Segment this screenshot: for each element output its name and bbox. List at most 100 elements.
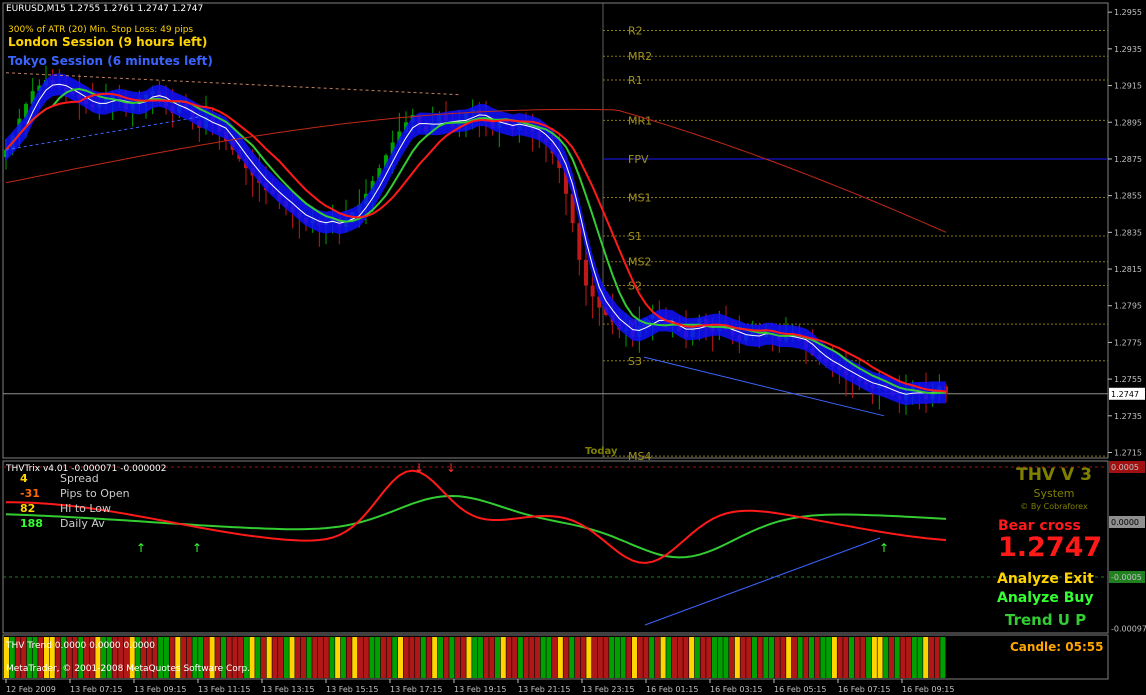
trend-bar xyxy=(797,637,803,678)
trend-bar xyxy=(249,637,255,678)
buy-arrow-icon: ↑ xyxy=(879,541,889,555)
trend-bar xyxy=(272,637,278,678)
trend-bar xyxy=(883,637,889,678)
trend-bar xyxy=(671,637,678,678)
trend-bar xyxy=(586,637,592,678)
trend-bar xyxy=(466,637,472,678)
trend-bar xyxy=(723,637,729,678)
trend-bar xyxy=(540,637,546,678)
blue-band xyxy=(6,73,946,406)
pivot-label-mr2: MR2 xyxy=(628,50,652,63)
trend-bar xyxy=(740,637,746,678)
buy-arrow-icon: ↑ xyxy=(136,541,146,555)
trend-bar xyxy=(432,637,438,678)
pivot-label-ms1: MS1 xyxy=(628,191,651,204)
trend-bar xyxy=(369,637,375,678)
trix-tick-label: -0.0005 xyxy=(1111,573,1142,582)
today-label: Today xyxy=(585,446,618,457)
trend-bar xyxy=(848,637,855,678)
trend-bar xyxy=(386,637,392,678)
price-axis: 1.2955 1.2935 1.2915 1.2895 1.2875 1.2855 1.28… xyxy=(1108,8,1146,634)
candle-body xyxy=(577,223,582,260)
time-tick-label: 16 Feb 07:15 xyxy=(838,685,890,694)
trend-bar xyxy=(831,637,837,678)
pivot-label-s1: S1 xyxy=(628,230,642,243)
atr-info: 300% of ATR (20) Min. Stop Loss: 49 pips xyxy=(8,25,194,35)
price-tick-label: 1.2815 xyxy=(1114,265,1142,274)
current-price-value: 1.2747 xyxy=(1111,390,1139,399)
trend-bar xyxy=(512,637,518,678)
trend-bar xyxy=(923,637,929,678)
time-tick-label: 16 Feb 03:15 xyxy=(710,685,762,694)
trend-bar xyxy=(477,637,483,678)
trend-bar xyxy=(306,637,312,678)
trend-bar xyxy=(574,637,581,678)
copyright: MetaTrader, © 2001-2008 MetaQuotes Softw… xyxy=(6,664,251,674)
time-tick-label: 16 Feb 09:15 xyxy=(902,685,954,694)
trend-bar xyxy=(826,637,832,678)
trend-bar xyxy=(318,637,324,678)
thv-trix-pane[interactable]: ↓ ↓ ↑ ↑ ↑ xyxy=(2,460,1109,634)
big-price: 1.2747 xyxy=(998,532,1103,563)
trend-bar xyxy=(517,637,523,678)
trend-bar xyxy=(632,637,638,678)
trend-bar xyxy=(409,637,415,678)
trend-bar xyxy=(894,637,900,678)
trend-bar xyxy=(329,637,335,678)
trend-bar xyxy=(426,637,432,678)
sell-arrow-icon: ↓ xyxy=(446,461,456,475)
trix-pane-frame xyxy=(2,460,1109,634)
trend-bar xyxy=(335,637,341,678)
pivot-label-s3: S3 xyxy=(628,355,642,368)
trend-bar xyxy=(609,637,615,678)
hi-to-low-value: 82 xyxy=(20,502,36,515)
trend-bar xyxy=(654,637,660,678)
info-row-pips-to-open: -31 Pips to Open xyxy=(20,487,130,500)
time-tick-label: 13 Feb 19:15 xyxy=(454,685,506,694)
trend-bar xyxy=(403,637,409,678)
trend-bar xyxy=(683,637,689,678)
trend-bar xyxy=(603,637,609,678)
trend-bar xyxy=(357,637,364,678)
trend-bar xyxy=(557,637,563,678)
trend-bar xyxy=(580,637,586,678)
trend-bar xyxy=(363,637,369,678)
thv-system: System xyxy=(1033,487,1075,500)
trend-bar xyxy=(597,637,603,678)
tokyo-session-label: Tokyo Session (6 minutes left) xyxy=(8,54,213,68)
trend-bar xyxy=(626,637,632,678)
price-tick-label: 1.2735 xyxy=(1114,412,1142,421)
price-pane[interactable]: TodayR2MR2R1MR1FPVMS1S1MS2S2MS3S3MS4 xyxy=(2,2,1109,463)
trend-bar xyxy=(455,637,461,678)
time-tick-label: 16 Feb 05:15 xyxy=(774,685,826,694)
trend-bar xyxy=(860,637,866,678)
tokyo-trend-line xyxy=(5,116,201,151)
time-tick-label: 13 Feb 15:15 xyxy=(326,685,378,694)
trend-bar xyxy=(928,637,934,678)
price-tick-label: 1.2935 xyxy=(1114,45,1142,54)
trend-bar xyxy=(917,637,923,678)
trend-bar xyxy=(500,637,506,678)
trend-bar xyxy=(780,637,786,678)
trend-bar xyxy=(460,637,466,678)
pips-to-open-label: Pips to Open xyxy=(60,487,130,500)
thv-by: © By Cobraforex xyxy=(1020,502,1088,511)
pivot-label-r2: R2 xyxy=(628,25,643,38)
trend-up-label: Trend U P xyxy=(1005,611,1087,629)
trend-bar xyxy=(255,637,261,678)
trend-bar xyxy=(483,637,489,678)
analyze-buy-label: Analyze Buy xyxy=(997,590,1094,606)
price-tick-label: 1.2875 xyxy=(1114,155,1142,164)
price-tick-label: 1.2855 xyxy=(1114,192,1142,201)
trend-bar xyxy=(266,637,272,678)
trend-bar xyxy=(803,637,809,678)
price-tick-label: 1.2895 xyxy=(1114,118,1142,127)
sell-arrow-icon: ↓ xyxy=(414,461,424,475)
trading-chart[interactable]: TodayR2MR2R1MR1FPVMS1S1MS2S2MS3S3MS4 ↓↓↑… xyxy=(0,0,1146,695)
trix-tick-label: 0.0000 xyxy=(1111,518,1139,527)
trend-bar xyxy=(380,637,386,678)
price-tick-label: 1.2915 xyxy=(1114,82,1142,91)
trend-bar xyxy=(757,637,763,678)
trend-bar xyxy=(866,637,872,678)
trend-bar xyxy=(649,637,655,678)
